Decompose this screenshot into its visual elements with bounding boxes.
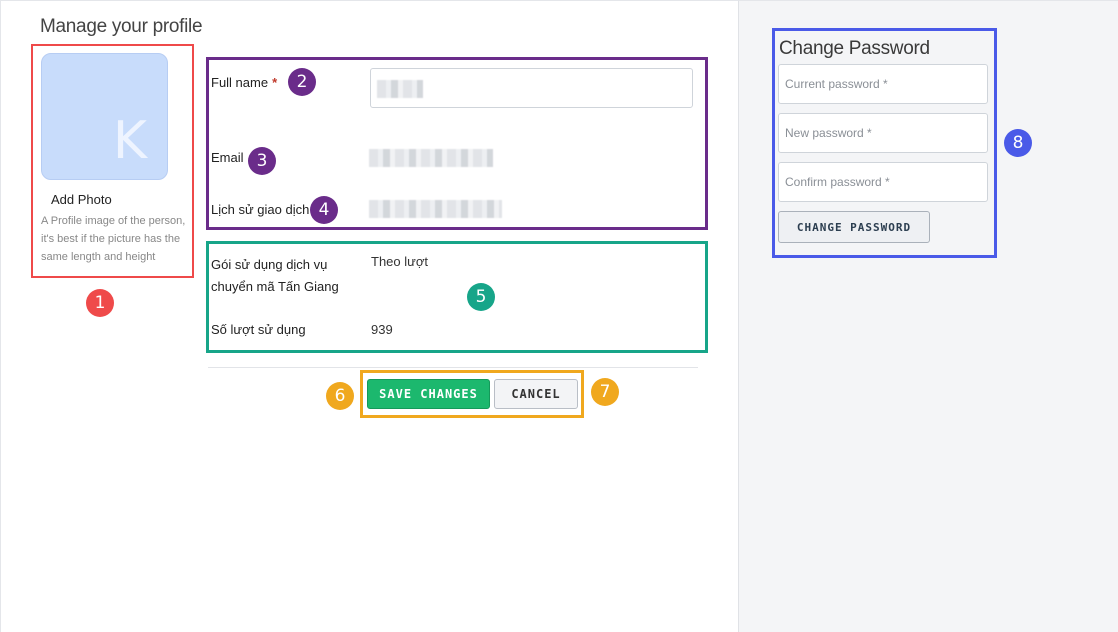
annotation-badge-2: 2: [288, 68, 316, 96]
annotation-badge-4: 4: [310, 196, 338, 224]
annotation-badge-1: 1: [86, 289, 114, 317]
annotation-box-service-info: [206, 241, 708, 353]
annotation-badge-5: 5: [467, 283, 495, 311]
divider: [208, 367, 698, 368]
page-title: Manage your profile: [40, 16, 203, 37]
annotation-box-avatar: [31, 44, 194, 278]
annotation-box-password: [772, 28, 997, 258]
annotation-badge-3: 3: [248, 147, 276, 175]
annotation-badge-8: 8: [1004, 129, 1032, 157]
annotation-badge-7: 7: [591, 378, 619, 406]
annotation-box-actions: [360, 370, 584, 418]
annotation-box-personal-info: [206, 57, 708, 230]
annotation-badge-6: 6: [326, 382, 354, 410]
